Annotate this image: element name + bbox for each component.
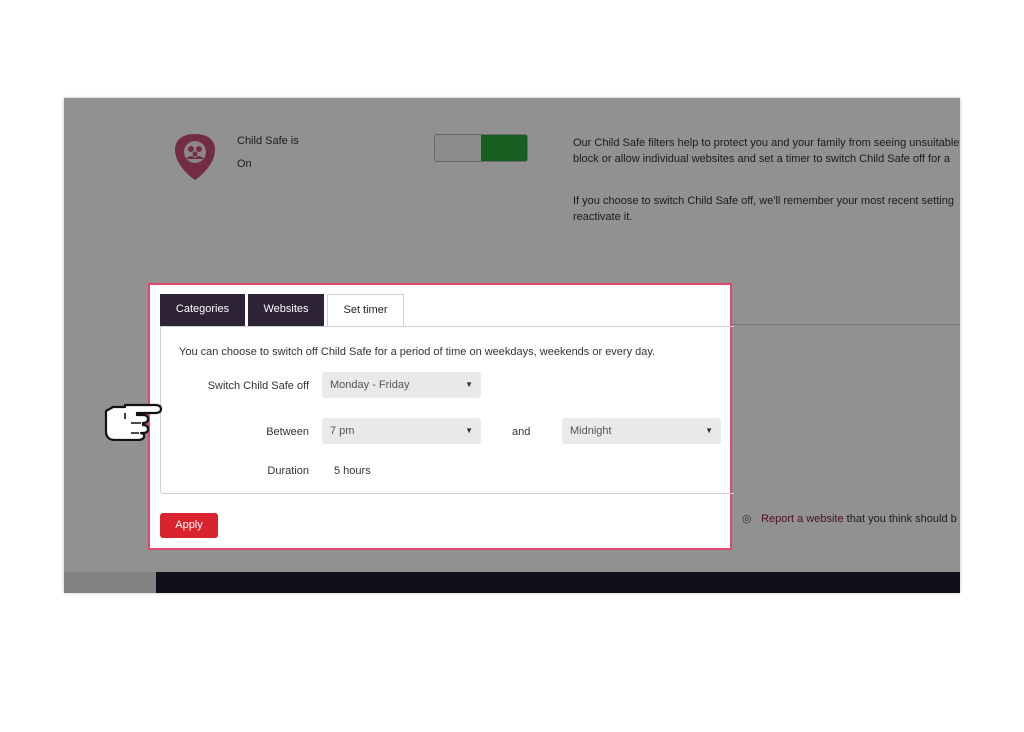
timer-panel: You can choose to switch off Child Safe … [160, 326, 734, 494]
chevron-down-icon: ▼ [705, 426, 713, 435]
end-time-select[interactable]: Midnight ▼ [562, 418, 721, 444]
set-timer-card: Categories Websites Set timer You can ch… [148, 283, 734, 550]
start-time-value: 7 pm [330, 425, 355, 437]
chevron-down-icon: ▼ [465, 380, 473, 389]
tab-set-timer[interactable]: Set timer [327, 294, 404, 327]
tab-categories[interactable]: Categories [160, 294, 245, 326]
tab-websites[interactable]: Websites [248, 294, 324, 326]
and-label: and [512, 426, 531, 438]
between-label: Between [266, 426, 309, 438]
timer-description: You can choose to switch off Child Safe … [179, 346, 656, 358]
chevron-down-icon: ▼ [465, 426, 473, 435]
pointing-hand-cursor-icon [104, 403, 163, 441]
switch-off-label: Switch Child Safe off [207, 380, 309, 392]
days-select-value: Monday - Friday [330, 379, 410, 391]
start-time-select[interactable]: 7 pm ▼ [322, 418, 481, 444]
apply-button[interactable]: Apply [160, 513, 218, 538]
duration-label: Duration [267, 465, 309, 477]
end-time-value: Midnight [570, 425, 612, 437]
duration-value: 5 hours [334, 465, 371, 477]
days-select[interactable]: Monday - Friday ▼ [322, 372, 481, 398]
